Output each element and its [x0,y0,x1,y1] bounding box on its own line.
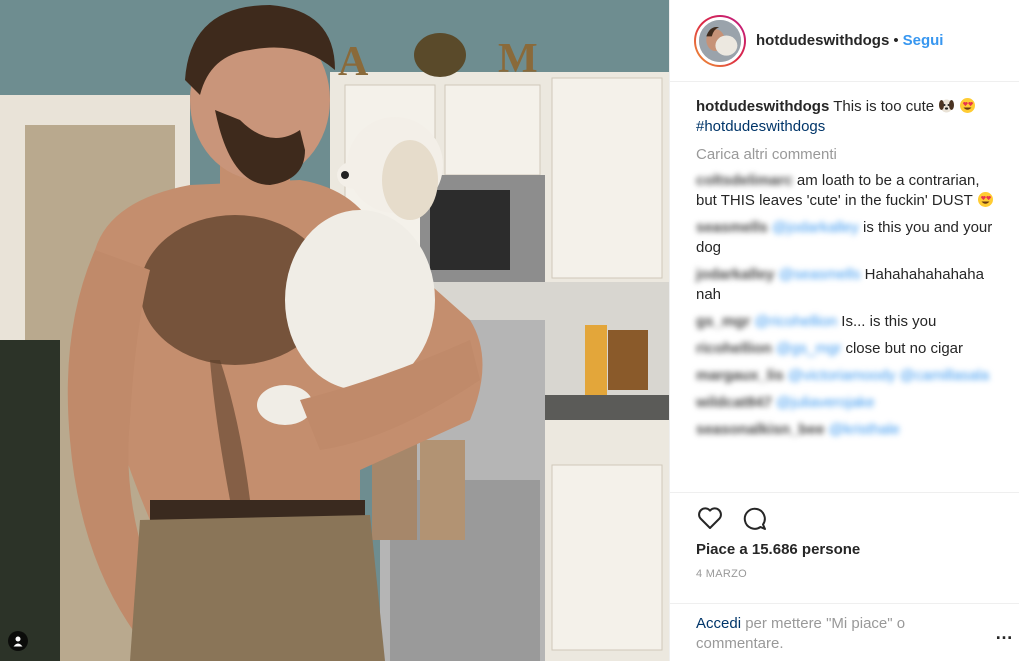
load-more-comments-button[interactable]: Carica altri commenti [696,145,995,165]
svg-text:M: M [498,36,538,82]
heart-eyes-emoji-icon [960,98,976,113]
caption-text: This is too cute [833,98,935,115]
comment-username[interactable]: seasonalkisn_bee [696,421,824,438]
heart-eyes-emoji-icon [977,192,993,207]
comment-username[interactable]: wildcat847 [696,394,772,411]
comment-item: seasmells @jodarkalley is this you and y… [696,218,995,258]
user-tag-icon[interactable] [8,631,28,651]
post-actions [670,493,1019,543]
comment-mention[interactable]: @ricohellion [754,313,837,330]
post-date[interactable]: 4 MARZO [670,568,1019,580]
comment-item: gs_mgr @ricohellion Is... is this you [696,312,995,332]
instagram-post: A M hotdudeswithdogs • Segui hotdudeswit… [0,0,1019,661]
comment-username[interactable]: seasmells [696,219,768,236]
avatar[interactable] [694,14,746,67]
comment-mention[interactable]: @victoriamoody @camillasala [788,367,989,384]
header-separator: • [893,32,899,49]
post-side-panel: hotdudeswithdogs • Segui hotdudeswithdog… [669,0,1019,661]
like-button[interactable] [694,502,726,534]
comment-mention[interactable]: @jodarkalley [772,219,859,236]
comments-list[interactable]: hotdudeswithdogs This is too cute #hotdu [670,82,1019,493]
dog-emoji-icon [939,99,955,113]
comment-username[interactable]: jodarkalley [696,266,774,283]
caption-hashtag[interactable]: #hotdudeswithdogs [696,118,825,135]
comment-item: wildcat847 @juliaverojake [696,393,995,413]
avatar-image [696,16,744,65]
heart-icon [698,507,722,529]
more-options-icon[interactable]: … [995,623,1014,644]
comment-mention[interactable]: @juliaverojake [776,394,875,411]
comment-item: jodarkalley @seasmells Hahahahahahaha na… [696,265,995,305]
post-image: A M [0,0,669,661]
header-username[interactable]: hotdudeswithdogs [756,32,889,49]
comment-item: seasonalkisn_bee @kristhale [696,420,995,440]
comment-item: margaux_lis @victoriamoody @camillasala [696,366,995,386]
post-header: hotdudeswithdogs • Segui [670,0,1019,82]
login-prompt: Accedi per mettere "Mi piace" o commenta… [670,603,1019,661]
comment-username[interactable]: coltsdelimarc [696,172,793,189]
comment-text: Is... is this you [841,313,937,330]
comment-bubble-icon [743,507,766,530]
comment-button[interactable] [738,502,770,534]
comment-mention[interactable]: @kristhale [829,421,900,438]
caption: hotdudeswithdogs This is too cute #hotdu [696,97,995,137]
comment-username[interactable]: ricohellion [696,340,772,357]
comment-mention[interactable]: @seasmells [779,266,861,283]
comment-item: coltsdelimarc am loath to be a contraria… [696,171,995,211]
login-link[interactable]: Accedi [696,615,741,632]
svg-text:A: A [338,39,369,85]
caption-username[interactable]: hotdudeswithdogs [696,98,829,115]
follow-button[interactable]: Segui [903,32,944,49]
comment-mention[interactable]: @gs_mgr [776,340,841,357]
post-photo[interactable]: A M [0,0,669,661]
comment-item: ricohellion @gs_mgr close but no cigar [696,339,995,359]
comment-text: close but no cigar [845,340,964,357]
comment-username[interactable]: gs_mgr [696,313,750,330]
comment-username[interactable]: margaux_lis [696,367,784,384]
likes-count[interactable]: Piace a 15.686 persone [670,541,1019,558]
